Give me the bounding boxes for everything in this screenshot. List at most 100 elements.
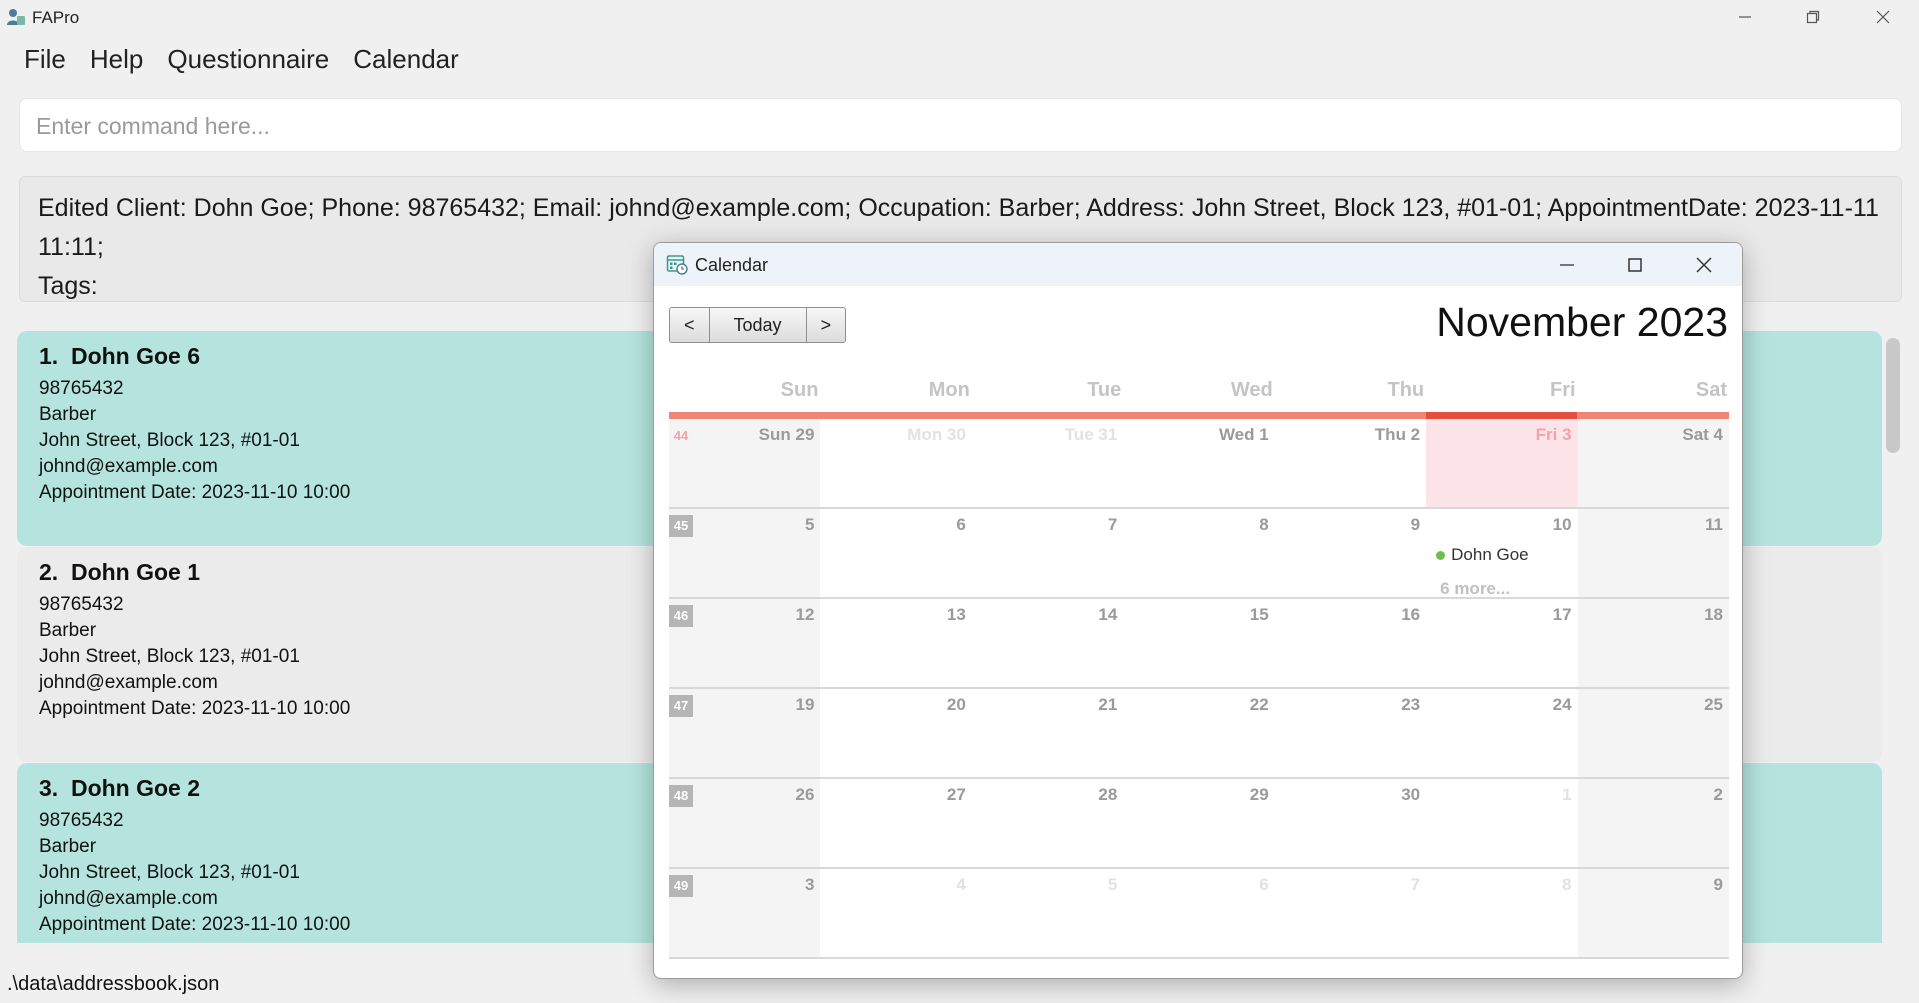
day-number: Fri 3 [1535, 425, 1572, 444]
week-number: 48 [669, 785, 693, 807]
day-header-sat: Sat [1695, 379, 1727, 401]
day-cell[interactable]: 10 Dohn Goe 6 more... [1426, 509, 1578, 599]
day-number: 9 [1410, 515, 1421, 534]
day-number: Sat 4 [1682, 425, 1723, 444]
day-cell[interactable]: 4 [820, 869, 972, 959]
minimize-button[interactable] [1710, 0, 1780, 34]
day-cell[interactable]: 7 [1274, 869, 1427, 959]
month-title: November 2023 [1436, 299, 1728, 345]
day-number: 12 [795, 605, 815, 624]
close-button[interactable] [1848, 0, 1918, 34]
day-cell[interactable]: 27 [820, 779, 972, 869]
day-number: 19 [795, 695, 815, 714]
day-number: 27 [946, 785, 966, 804]
day-number: 11 [1705, 515, 1723, 534]
calendar-title: Calendar [695, 255, 769, 275]
day-cell[interactable]: 20 [820, 689, 972, 779]
day-header-fri: Fri [1550, 379, 1576, 401]
restore-button[interactable] [1778, 0, 1848, 34]
menu-calendar[interactable]: Calendar [341, 40, 471, 82]
day-number: 8 [1562, 875, 1572, 894]
day-cell[interactable]: Tue 31 [971, 419, 1124, 509]
day-number: Tue 31 [1064, 425, 1118, 444]
calendar-titlebar: Calendar [654, 243, 1742, 286]
app-title: FAPro [32, 8, 80, 27]
day-cell[interactable]: 3 49 [669, 869, 821, 959]
today-button[interactable]: Today [710, 308, 807, 342]
day-cell[interactable]: Sat 4 [1577, 419, 1729, 509]
day-cell[interactable]: 24 [1426, 689, 1578, 779]
day-cell[interactable]: 13 [820, 599, 972, 689]
day-number: 9 [1713, 875, 1723, 894]
day-cell[interactable]: 5 45 [669, 509, 821, 599]
calendar-maximize-button[interactable] [1601, 243, 1669, 286]
day-cell[interactable]: 15 [1123, 599, 1275, 689]
day-cell[interactable]: Mon 30 [820, 419, 972, 509]
minimize-icon [1560, 263, 1574, 266]
day-cell[interactable]: 12 46 [669, 599, 821, 689]
day-cell[interactable]: 23 [1274, 689, 1427, 779]
day-cell[interactable]: Thu 2 [1274, 419, 1427, 509]
day-cell[interactable]: 22 [1123, 689, 1275, 779]
day-cell[interactable]: 6 [820, 509, 972, 599]
day-cell[interactable]: 5 [971, 869, 1124, 959]
calendar-event[interactable]: Dohn Goe [1436, 545, 1529, 565]
day-cell[interactable]: 29 [1123, 779, 1275, 869]
close-icon [1696, 256, 1712, 273]
week-number: 49 [669, 875, 693, 897]
calendar-grid: Sun 29 44 Mon 30 Tue 31 Wed 1 Thu 2 Fri 3 Sat 4… [669, 419, 1729, 959]
day-cell[interactable]: 9 [1577, 869, 1729, 959]
week-number: 45 [669, 515, 693, 537]
calendar-close-button[interactable] [1670, 243, 1738, 286]
menu-help[interactable]: Help [78, 40, 155, 82]
day-number: 25 [1704, 695, 1723, 714]
day-number: 24 [1552, 695, 1572, 714]
day-cell[interactable]: 11 [1577, 509, 1729, 599]
day-cell[interactable]: 26 48 [669, 779, 821, 869]
day-cell[interactable]: 8 [1123, 509, 1275, 599]
day-cell[interactable]: 18 [1577, 599, 1729, 689]
calendar-nav: < Today > [669, 307, 847, 343]
day-cell[interactable]: 25 [1577, 689, 1729, 779]
day-cell[interactable]: 2 [1577, 779, 1729, 869]
window-titlebar: FAPro [0, 0, 1919, 34]
day-cell[interactable]: Wed 1 [1123, 419, 1275, 509]
day-cell[interactable]: 7 [971, 509, 1124, 599]
day-number: 7 [1107, 515, 1118, 534]
day-cell[interactable]: 8 [1426, 869, 1578, 959]
day-number: 6 [1259, 875, 1269, 894]
day-cell[interactable]: 16 [1274, 599, 1427, 689]
day-headers: Sun Mon Tue Wed Thu Fri Sat [669, 379, 1729, 409]
day-header-sun: Sun [780, 379, 819, 401]
calendar-minimize-button[interactable] [1533, 243, 1601, 286]
day-cell[interactable]: 30 [1274, 779, 1427, 869]
day-number: 28 [1098, 785, 1118, 804]
day-cell[interactable]: 1 [1426, 779, 1578, 869]
day-number: 20 [946, 695, 966, 714]
day-number: 23 [1401, 695, 1421, 714]
day-cell[interactable]: 9 [1274, 509, 1427, 599]
day-cell[interactable]: 17 [1426, 599, 1578, 689]
day-number: Thu 2 [1374, 425, 1421, 444]
day-cell[interactable]: 19 47 [669, 689, 821, 779]
calendar-window: Calendar < Today > November 2023 Sun Mon T… [653, 242, 1743, 979]
event-dot-icon [1436, 550, 1446, 560]
day-cell[interactable]: 14 [971, 599, 1124, 689]
day-cell[interactable]: 6 [1123, 869, 1275, 959]
day-cell[interactable]: 28 [971, 779, 1124, 869]
status-file-path: .\data\addressbook.json [7, 973, 220, 995]
day-number: 18 [1704, 605, 1723, 624]
day-cell[interactable]: 21 [971, 689, 1124, 779]
close-icon [1876, 10, 1890, 24]
next-month-button[interactable]: > [807, 308, 846, 342]
command-input[interactable]: Enter command here... [19, 98, 1902, 152]
menu-questionnaire[interactable]: Questionnaire [155, 40, 341, 82]
more-events-link[interactable]: 6 more... [1440, 579, 1510, 599]
menu-file[interactable]: File [12, 40, 78, 82]
prev-month-button[interactable]: < [670, 308, 710, 342]
day-cell[interactable]: Fri 3 [1426, 419, 1578, 509]
list-scrollbar[interactable] [1886, 338, 1900, 453]
day-number: 5 [1107, 875, 1118, 894]
day-number: 16 [1401, 605, 1421, 624]
day-cell[interactable]: Sun 29 44 [669, 419, 821, 509]
